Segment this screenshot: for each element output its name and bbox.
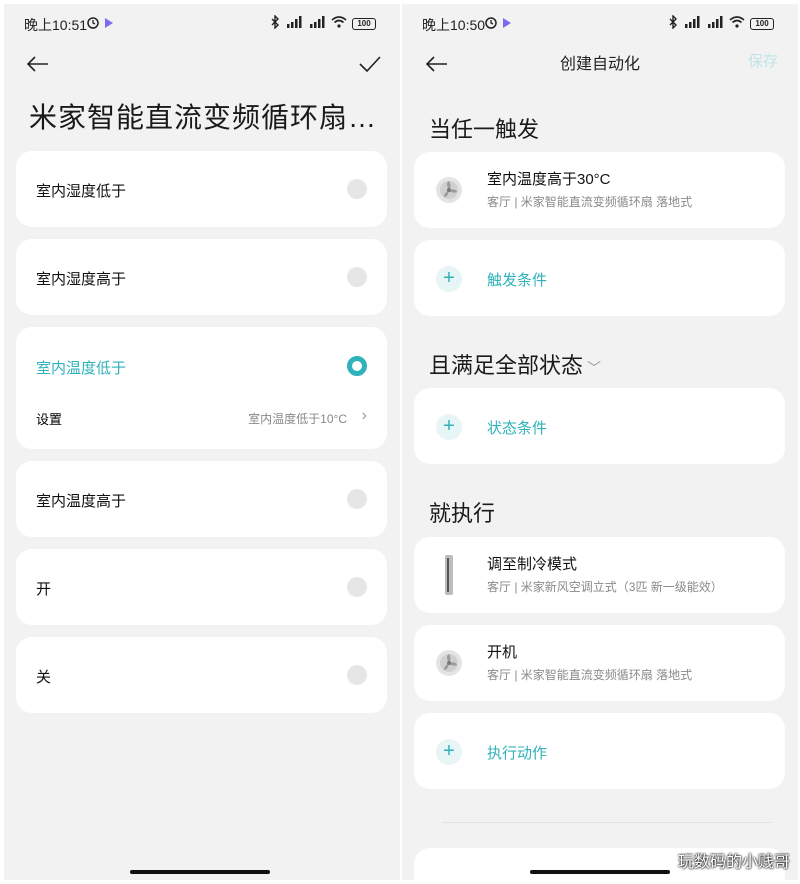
add-trigger-label: 触发条件 xyxy=(487,272,548,289)
back-button[interactable] xyxy=(20,46,56,82)
page-title: 创建自动化 xyxy=(559,56,640,73)
option-label: 室内温度低于 xyxy=(36,360,127,377)
top-bar xyxy=(4,46,400,82)
left-phone-screen: 晚上10:51 100 米家智能直流变频循环扇… 室内湿度低于 室内湿度高于 室… xyxy=(4,4,400,880)
right-phone-screen: 晚上10:50 100 创建自动化 保存 当任一触发 室内温度高于30°C 客厅… xyxy=(402,4,798,880)
trigger-item[interactable]: 室内温度高于30°C 客厅 | 米家智能直流变频循环扇 落地式 xyxy=(414,152,785,228)
add-trigger-button[interactable]: + 触发条件 xyxy=(414,240,785,316)
trigger-subtitle: 客厅 | 米家智能直流变频循环扇 落地式 xyxy=(487,195,693,209)
action-subtitle: 客厅 | 米家智能直流变频循环扇 落地式 xyxy=(487,668,693,682)
status-bar: 晚上10:51 100 xyxy=(4,14,400,36)
fan-icon xyxy=(434,648,464,678)
section-condition-label: 且满足全部状态 xyxy=(429,353,584,378)
section-title-trigger: 当任一触发 xyxy=(429,117,540,142)
trigger-title: 室内温度高于30°C xyxy=(487,171,611,188)
home-indicator[interactable] xyxy=(130,870,270,874)
radio-button[interactable] xyxy=(347,267,367,287)
option-label: 开 xyxy=(36,581,52,598)
radio-button[interactable] xyxy=(347,665,367,685)
action-title: 开机 xyxy=(487,644,518,661)
fan-icon xyxy=(434,175,464,205)
divider xyxy=(442,822,772,823)
air-conditioner-icon xyxy=(442,554,456,596)
radio-button[interactable] xyxy=(347,577,367,597)
setting-value: 室内温度低于10°C xyxy=(248,412,347,426)
action-title: 调至制冷模式 xyxy=(487,556,578,573)
status-icons: 100 xyxy=(669,14,774,32)
bluetooth-icon xyxy=(271,14,280,32)
option-card[interactable]: 开 xyxy=(16,549,387,625)
add-condition-label: 状态条件 xyxy=(487,420,548,437)
battery-icon: 100 xyxy=(352,17,376,30)
option-label: 关 xyxy=(36,669,52,686)
home-indicator[interactable] xyxy=(530,870,670,874)
confirm-button[interactable] xyxy=(352,46,388,82)
page-title: 米家智能直流变频循环扇… xyxy=(29,102,378,133)
chevron-down-icon: ﹀ xyxy=(587,360,602,376)
option-card[interactable]: 室内湿度高于 xyxy=(16,239,387,315)
option-card[interactable]: 室内温度高于 xyxy=(16,461,387,537)
wifi-icon xyxy=(729,16,745,31)
signal-icon-2 xyxy=(308,16,326,31)
save-button[interactable]: 保存 xyxy=(748,50,778,71)
setting-row[interactable]: 设置 室内温度低于10°C › xyxy=(36,407,367,429)
option-label: 室内湿度高于 xyxy=(36,271,127,288)
checkmark-icon xyxy=(359,56,381,72)
plus-icon: + xyxy=(436,739,462,765)
action-item[interactable]: 调至制冷模式 客厅 | 米家新风空调立式（3匹 新一级能效） xyxy=(414,537,785,613)
alarm-icon xyxy=(86,15,100,32)
plus-icon: + xyxy=(436,266,462,292)
option-card[interactable]: 关 xyxy=(16,637,387,713)
status-time: 晚上10:51 xyxy=(24,17,88,33)
signal-icon xyxy=(285,16,303,31)
add-condition-button[interactable]: + 状态条件 xyxy=(414,388,785,464)
screenshot-stage: 晚上10:51 100 米家智能直流变频循环扇… 室内湿度低于 室内湿度高于 室… xyxy=(0,0,800,884)
option-label: 室内湿度低于 xyxy=(36,183,127,200)
add-action-button[interactable]: + 执行动作 xyxy=(414,713,785,789)
section-title-action: 就执行 xyxy=(429,501,496,526)
signal-icon xyxy=(683,16,701,31)
alarm-icon xyxy=(484,15,498,32)
section-title-condition[interactable]: 且满足全部状态 ﹀ xyxy=(429,348,601,380)
add-action-label: 执行动作 xyxy=(487,745,548,762)
wifi-icon xyxy=(331,16,347,31)
setting-label: 设置 xyxy=(36,412,63,427)
play-store-icon xyxy=(104,16,114,32)
option-label: 室内温度高于 xyxy=(36,493,127,510)
radio-button-selected[interactable] xyxy=(347,356,367,376)
chevron-right-icon: › xyxy=(361,407,367,424)
play-store-icon xyxy=(502,16,512,32)
option-card[interactable]: 室内湿度低于 xyxy=(16,151,387,227)
radio-button[interactable] xyxy=(347,179,367,199)
watermark-text: 玩数码的小贱哥 xyxy=(677,854,790,871)
action-subtitle: 客厅 | 米家新风空调立式（3匹 新一级能效） xyxy=(487,580,723,594)
status-bar: 晚上10:50 100 xyxy=(402,14,798,36)
back-arrow-icon xyxy=(27,56,48,72)
bluetooth-icon xyxy=(669,14,678,32)
plus-icon: + xyxy=(436,414,462,440)
radio-button[interactable] xyxy=(347,489,367,509)
option-card-selected[interactable]: 室内温度低于 设置 室内温度低于10°C › xyxy=(16,327,387,449)
signal-icon-2 xyxy=(706,16,724,31)
status-icons: 100 xyxy=(271,14,376,32)
status-time: 晚上10:50 xyxy=(422,17,486,33)
action-item[interactable]: 开机 客厅 | 米家智能直流变频循环扇 落地式 xyxy=(414,625,785,701)
battery-icon: 100 xyxy=(750,17,774,30)
